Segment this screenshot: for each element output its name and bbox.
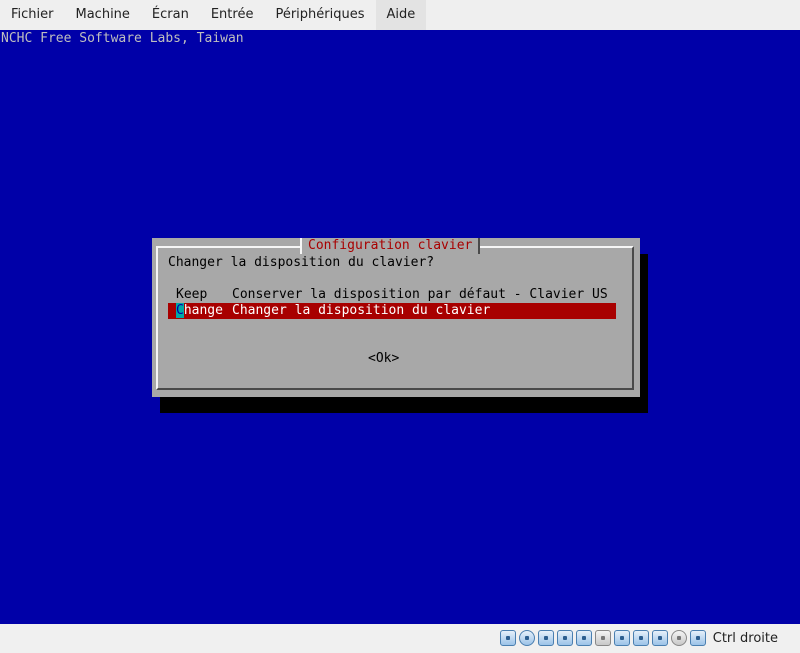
menu-fichier[interactable]: Fichier — [0, 0, 65, 30]
option-keep-description: Conserver la disposition par défaut - Cl… — [232, 287, 608, 302]
display-icon[interactable] — [613, 630, 630, 646]
menu-ecran[interactable]: Écran — [141, 0, 200, 30]
option-change[interactable]: Change Changer la disposition du clavier — [168, 303, 616, 319]
ok-button[interactable]: <Ok> — [368, 351, 399, 367]
mouse-integration-icon[interactable] — [670, 630, 687, 646]
hard-disk-icon[interactable] — [499, 630, 516, 646]
vm-screen[interactable]: NCHC Free Software Labs, Taiwan Configur… — [0, 30, 800, 624]
usb-icon[interactable] — [575, 630, 592, 646]
keyboard-config-dialog: Configuration clavier Changer la disposi… — [152, 238, 640, 397]
menu-aide[interactable]: Aide — [375, 0, 427, 30]
menu-entree[interactable]: Entrée — [200, 0, 265, 30]
optical-drive-icon[interactable] — [518, 630, 535, 646]
keyboard-capture-icon[interactable] — [689, 630, 706, 646]
option-change-tag: Change — [176, 303, 223, 319]
virtualization-icon[interactable] — [651, 630, 668, 646]
status-tray: Ctrl droite — [499, 630, 778, 646]
statusbar: Ctrl droite — [0, 624, 800, 653]
console-backtitle: NCHC Free Software Labs, Taiwan — [1, 31, 244, 46]
menu-machine[interactable]: Machine — [65, 0, 141, 30]
dialog-title: Configuration clavier — [300, 238, 481, 254]
network-icon[interactable] — [556, 630, 573, 646]
menu-peripheriques[interactable]: Périphériques — [264, 0, 375, 30]
option-change-hotkey: C — [176, 303, 184, 318]
option-keep[interactable]: Keep Conserver la disposition par défaut… — [168, 287, 616, 303]
shared-folder-icon[interactable] — [594, 630, 611, 646]
option-keep-tag: Keep — [176, 287, 208, 302]
recording-icon[interactable] — [632, 630, 649, 646]
option-change-description: Changer la disposition du clavier — [232, 303, 491, 318]
menubar: Fichier Machine Écran Entrée Périphériqu… — [0, 0, 800, 30]
host-key-label: Ctrl droite — [712, 630, 778, 646]
dialog-prompt: Changer la disposition du clavier? — [168, 255, 435, 270]
option-change-tag-rest: hange — [183, 303, 223, 318]
audio-icon[interactable] — [537, 630, 554, 646]
